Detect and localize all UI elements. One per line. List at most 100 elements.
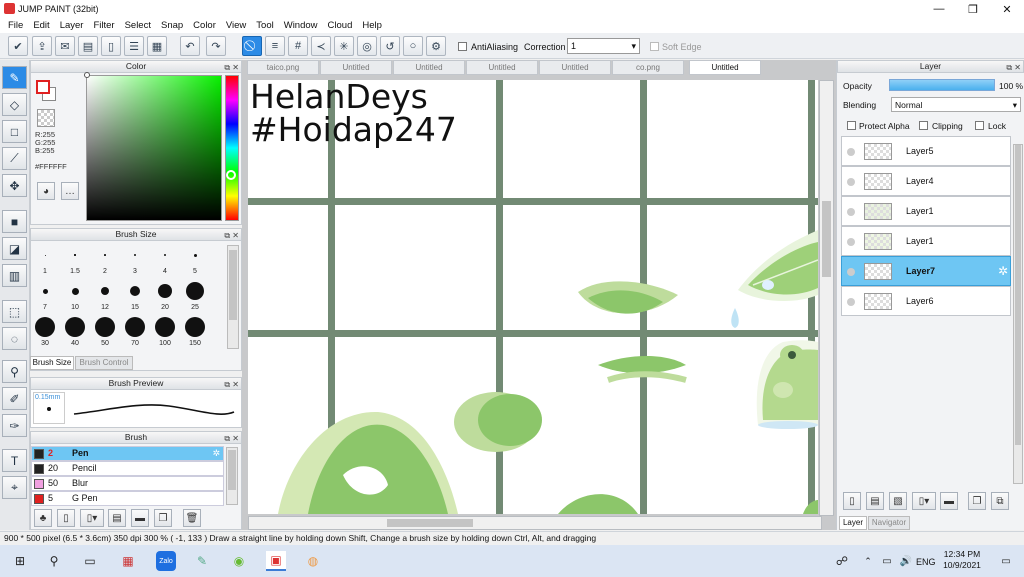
canvas-horizontal-scrollbar[interactable] <box>248 516 822 530</box>
menu-tool[interactable]: Tool <box>256 20 273 31</box>
brush-copy-icon[interactable]: ❐ <box>154 509 172 527</box>
tab-document[interactable]: taico.png <box>247 60 319 75</box>
brush-item-blur[interactable]: 50 Blur <box>31 476 224 491</box>
select-eraser-tool-icon[interactable]: ✑ <box>2 414 27 437</box>
panel-close-icon[interactable]: ⧉ ✕ <box>224 433 239 444</box>
snap-off-icon[interactable]: ⃠ <box>242 36 262 56</box>
brush-item-gpen[interactable]: 5 G Pen <box>31 491 224 506</box>
select-rect-tool-icon[interactable]: ⬚ <box>2 300 27 323</box>
layer-row-layer6[interactable]: Layer6 <box>841 286 1011 316</box>
layer-row-layer1-b[interactable]: Layer1 <box>841 226 1011 256</box>
task-view-icon[interactable]: ▭ <box>80 551 100 571</box>
menu-edit[interactable]: Edit <box>33 20 49 31</box>
tab-brush-control[interactable]: Brush Control <box>75 356 133 370</box>
gear-icon[interactable]: ✲ <box>998 264 1008 278</box>
wand-tool-icon[interactable]: ⚲ <box>2 360 27 383</box>
lasso-tool-icon[interactable]: ◌ <box>2 327 27 350</box>
menu-filter[interactable]: Filter <box>93 20 114 31</box>
brush-size-option[interactable]: 7 <box>30 278 60 314</box>
hue-slider[interactable] <box>225 75 239 221</box>
eyedropper-tool-icon[interactable]: ⌖ <box>2 476 27 499</box>
undo-icon[interactable]: ↶ <box>180 36 200 56</box>
brush-size-option[interactable]: 20 <box>150 278 180 314</box>
tab-document[interactable]: Untitled <box>539 60 611 75</box>
palette-icon[interactable]: ◕ <box>37 182 55 200</box>
windows-start-icon[interactable]: ⊞ <box>10 551 30 571</box>
chrome-icon[interactable]: ◍ <box>303 551 323 571</box>
list-icon[interactable]: ☰ <box>124 36 144 56</box>
brush-size-option[interactable]: 4 <box>150 242 180 278</box>
duplicate-layer-icon[interactable]: ❐ <box>968 492 986 510</box>
snap-parallel-icon[interactable]: ≡ <box>265 36 285 56</box>
layer-row-layer4[interactable]: Layer4 <box>841 166 1011 196</box>
brush-item-pencil[interactable]: 20 Pencil <box>31 461 224 476</box>
line-tool-icon[interactable]: ⟋ <box>2 147 27 170</box>
snap-ellipse-icon[interactable]: ○ <box>403 36 423 56</box>
cloud-check-icon[interactable]: ✔ <box>8 36 28 56</box>
new-brush-icon[interactable]: ▯ <box>57 509 75 527</box>
panel-close-icon[interactable]: ⧉ ✕ <box>1006 62 1021 73</box>
tab-document[interactable]: co.png <box>612 60 684 75</box>
clock[interactable]: 12:34 PM 10/9/2021 <box>943 549 981 571</box>
brush-size-option[interactable]: 40 <box>60 314 90 350</box>
bucket-tool-icon[interactable]: ◪ <box>2 237 27 260</box>
tab-document[interactable]: Untitled <box>393 60 465 75</box>
brush-props-icon[interactable]: ▤ <box>108 509 126 527</box>
close-button[interactable]: ✕ <box>990 0 1024 18</box>
people-icon[interactable]: ☍ <box>832 551 852 571</box>
layer-row-layer5[interactable]: Layer5 <box>841 136 1011 166</box>
eraser-tool-icon[interactable]: ◇ <box>2 93 27 116</box>
maximize-button[interactable]: ❐ <box>956 0 990 18</box>
menu-help[interactable]: Help <box>362 20 382 31</box>
brush-size-option[interactable]: 150 <box>180 314 210 350</box>
panel-close-icon[interactable]: ⧉ ✕ <box>224 62 239 73</box>
tab-document[interactable]: Untitled <box>466 60 538 75</box>
color-picker-handle[interactable] <box>84 72 90 78</box>
input-language[interactable]: ENG <box>916 557 936 567</box>
app-icon-1[interactable]: ▦ <box>118 551 138 571</box>
panel-close-icon[interactable]: ⧉ ✕ <box>224 379 239 390</box>
paint-app-icon[interactable]: ✎ <box>192 551 212 571</box>
brush-size-option[interactable]: 70 <box>120 314 150 350</box>
comment-icon[interactable]: ✉ <box>55 36 75 56</box>
canvas-vertical-scrollbar[interactable] <box>819 80 834 516</box>
gear-icon[interactable]: ✲ <box>212 447 220 460</box>
tab-document-active[interactable]: Untitled <box>689 60 761 75</box>
color-menu-icon[interactable]: … <box>61 182 79 200</box>
brush-size-option[interactable]: 10 <box>60 278 90 314</box>
brush-size-option[interactable]: 1 <box>30 242 60 278</box>
brush-size-scrollbar[interactable] <box>227 245 239 349</box>
snap-circle-icon[interactable]: ◎ <box>357 36 377 56</box>
new-layer-8bit-icon[interactable]: ▤ <box>866 492 884 510</box>
layer-list-scrollbar[interactable] <box>1013 144 1023 484</box>
share-icon[interactable]: ⇪ <box>32 36 52 56</box>
brush-size-option[interactable]: 25 <box>180 278 210 314</box>
brush-size-option[interactable]: 30 <box>30 314 60 350</box>
soft-edge-checkbox[interactable] <box>650 42 659 53</box>
tab-document[interactable]: Untitled <box>320 60 392 75</box>
brush-type-icon[interactable]: ▯▾ <box>80 509 104 527</box>
brush-size-option[interactable]: 12 <box>90 278 120 314</box>
menu-file[interactable]: File <box>8 20 23 31</box>
menu-snap[interactable]: Snap <box>161 20 183 31</box>
blending-select[interactable]: Normal ▾ <box>891 97 1021 112</box>
gradient-tool-icon[interactable]: ▥ <box>2 264 27 287</box>
protect-alpha-checkbox[interactable] <box>847 121 856 132</box>
menu-view[interactable]: View <box>226 20 246 31</box>
note-icon[interactable]: ▤ <box>78 36 98 56</box>
new-layer-icon[interactable]: ▯ <box>843 492 861 510</box>
scrollbar-thumb[interactable] <box>387 519 473 527</box>
transparent-swatch[interactable] <box>37 109 55 127</box>
zalo-icon[interactable]: Zalo <box>156 551 176 571</box>
panel-close-icon[interactable]: ⧉ ✕ <box>224 230 239 241</box>
trash-icon[interactable]: 🗑 <box>183 509 201 527</box>
tab-navigator[interactable]: Navigator <box>868 516 910 530</box>
brush-folder-icon[interactable]: ▬ <box>131 509 149 527</box>
brush-list-scrollbar[interactable] <box>226 447 238 505</box>
layer-type-icon[interactable]: ▯▾ <box>912 492 936 510</box>
redo-icon[interactable]: ↷ <box>206 36 226 56</box>
snap-vanishing-icon[interactable]: ≺ <box>311 36 331 56</box>
text-tool-icon[interactable]: T <box>2 449 27 472</box>
notifications-icon[interactable]: ▭ <box>996 551 1016 571</box>
snap-radial-icon[interactable]: ✳ <box>334 36 354 56</box>
